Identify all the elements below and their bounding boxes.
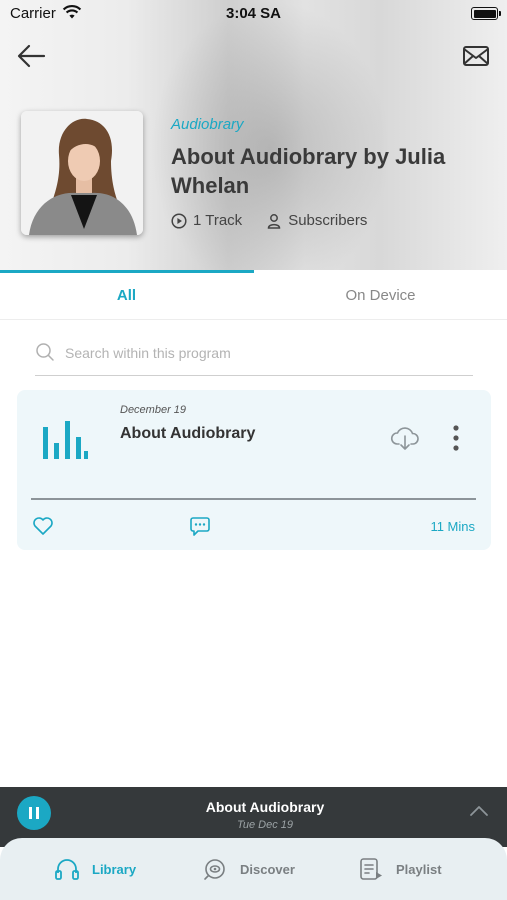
program-meta: 1 Track Subscribers bbox=[171, 212, 491, 229]
discover-icon bbox=[204, 859, 225, 880]
mail-icon bbox=[463, 46, 489, 66]
tab-on-device[interactable]: On Device bbox=[254, 270, 507, 320]
program-title: About Audiobrary by Julia Whelan bbox=[171, 144, 446, 198]
contact-button[interactable] bbox=[461, 42, 491, 70]
search-input[interactable] bbox=[65, 342, 465, 364]
subscribers[interactable]: Subscribers bbox=[266, 212, 367, 229]
program-header: Carrier 3:04 SA Audiobrary About Audiobr… bbox=[0, 0, 507, 270]
subscribers-label: Subscribers bbox=[288, 212, 368, 229]
comment-icon bbox=[190, 517, 210, 536]
playlist-icon bbox=[360, 858, 382, 880]
more-vertical-icon bbox=[453, 425, 459, 451]
download-button[interactable] bbox=[390, 425, 420, 451]
now-playing-title: About Audiobrary bbox=[205, 799, 325, 815]
tab-all[interactable]: All bbox=[0, 270, 253, 320]
nav-discover[interactable]: Discover bbox=[202, 857, 295, 881]
search-icon bbox=[36, 343, 54, 361]
bottom-navigation: Library Discover Playlist bbox=[0, 838, 507, 900]
battery-icon bbox=[471, 7, 501, 20]
back-button[interactable] bbox=[14, 40, 48, 72]
nav-playlist-label: Playlist bbox=[396, 861, 442, 877]
heart-icon bbox=[33, 517, 53, 535]
play-circle-icon bbox=[171, 212, 187, 229]
more-options-button[interactable] bbox=[447, 424, 465, 452]
nav-playlist[interactable]: Playlist bbox=[358, 857, 442, 881]
search-bar[interactable] bbox=[35, 338, 473, 376]
like-button[interactable] bbox=[32, 516, 54, 536]
clock: 3:04 SA bbox=[225, 5, 282, 22]
chevron-up-icon bbox=[470, 806, 488, 816]
tab-bar: All On Device bbox=[0, 270, 507, 320]
user-icon bbox=[267, 213, 281, 229]
track-title[interactable]: About Audiobrary bbox=[120, 425, 255, 443]
nav-discover-label: Discover bbox=[240, 861, 295, 877]
program-info: Audiobrary About Audiobrary by Julia Whe… bbox=[171, 116, 491, 229]
track-duration: 11 Mins bbox=[430, 519, 475, 534]
track-count-label: 1 Track bbox=[193, 212, 243, 229]
publisher-link[interactable]: Audiobrary bbox=[171, 116, 491, 133]
audio-waves-icon bbox=[43, 421, 88, 459]
track-card[interactable]: December 19 About Audiobrary 11 Mins bbox=[17, 390, 491, 550]
track-progress-bar[interactable] bbox=[31, 498, 476, 500]
track-count: 1 Track bbox=[171, 212, 242, 229]
arrow-left-icon bbox=[17, 44, 46, 68]
pause-button[interactable] bbox=[17, 796, 51, 830]
track-date: December 19 bbox=[120, 404, 187, 416]
author-portrait bbox=[21, 111, 143, 235]
cloud-download-icon bbox=[390, 427, 419, 450]
status-bar: Carrier 3:04 SA bbox=[0, 0, 507, 28]
headphones-icon bbox=[55, 859, 79, 880]
now-playing-date: Tue Dec 19 bbox=[236, 819, 294, 831]
nav-library-label: Library bbox=[92, 861, 137, 877]
nav-library[interactable]: Library bbox=[54, 857, 136, 881]
expand-player-button[interactable] bbox=[468, 803, 490, 819]
comment-button[interactable] bbox=[189, 515, 211, 537]
program-cover-image bbox=[21, 111, 143, 235]
